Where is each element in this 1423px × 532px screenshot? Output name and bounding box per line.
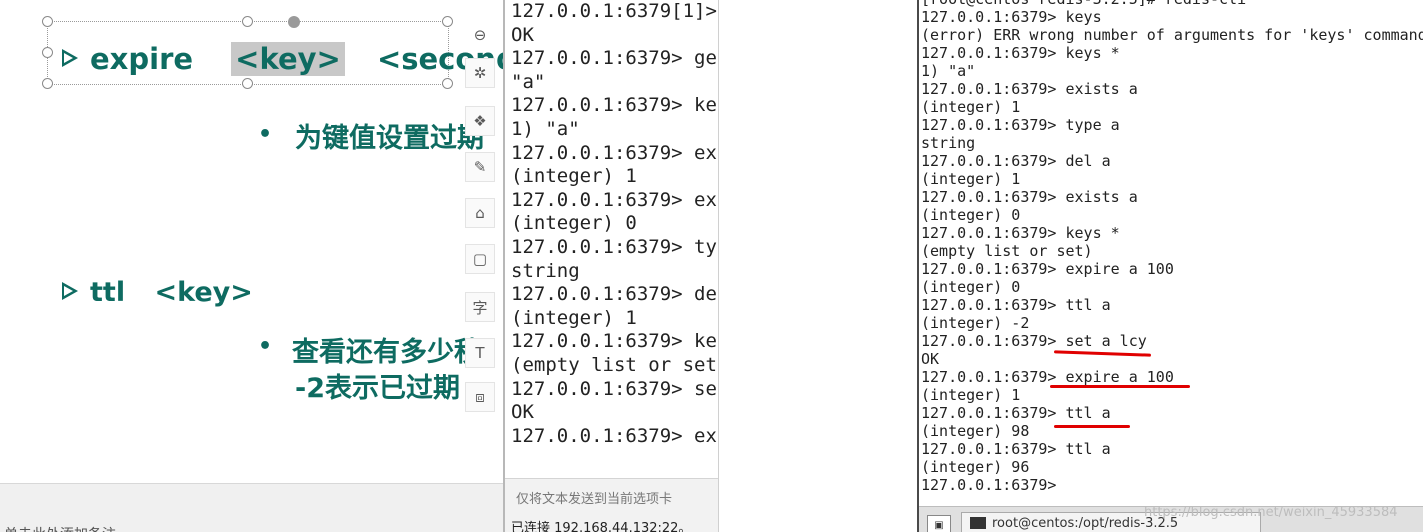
shapes-icon[interactable]: ⧈ [465,382,495,412]
terminal-line: 127.0.0.1:6379> ex [511,141,717,164]
terminal-line: OK [511,23,534,46]
rotate-handle[interactable] [288,16,300,28]
terminal-line: (integer) -2 [921,314,1030,332]
watermark-text: https://blog.csdn.net/weixin_45933584 [1144,505,1398,520]
expire-command-text: expire [90,42,194,76]
slide-side-toolbar: ⊖ ✲ ❖ ✎ ⌂ ▢ 字 T ⧈ [460,20,500,420]
terminal-line: 127.0.0.1:6379> ttl a [921,404,1111,422]
terminal-1-statusbar: 仅将文本发送到当前选项卡 已连接 192.168.44.132:22。 [505,478,720,532]
terminal-line: OK [921,350,940,368]
terminal-line: (empty list or set) [921,242,1093,260]
terminal-line: 1) "a" [921,62,976,80]
terminal-line: 127.0.0.1:6379> ex [511,188,717,211]
terminal-line: [root@centos redis-3.2.5]# redis-cli [921,0,1423,8]
ttl-key-param-text: <key> [154,277,253,308]
terminal-2-output: [root@centos redis-3.2.5]# redis-cli127.… [921,0,1423,494]
terminal-line: 127.0.0.1:6379> keys * [921,44,1120,62]
red-underline [1050,385,1190,388]
terminal-pane-2[interactable]: [root@centos redis-3.2.5]# redis-cli127.… [917,0,1423,532]
terminal-line: (integer) 1 [511,306,637,329]
expire-description: 为键值设置过期 [295,123,484,154]
terminal-line: 127.0.0.1:6379> exists a [921,188,1138,206]
terminal-line: 127.0.0.1:6379> de [511,283,717,306]
terminal-line: 127.0.0.1:6379[1]> [511,0,720,22]
terminal-line: 127.0.0.1:6379> ttl a [921,440,1111,458]
terminal-line: 127.0.0.1:6379> expire a 100 [921,368,1174,386]
terminal-line: 127.0.0.1:6379> ty [511,235,717,258]
terminal-line: 127.0.0.1:6379> expire a 100 [921,260,1174,278]
terminal-line: (integer) 98 [921,422,1030,440]
resize-handle[interactable] [42,78,53,89]
terminal-line: 127.0.0.1:6379> type a [921,116,1120,134]
terminal-line: 127.0.0.1:6379> se [511,377,717,400]
ttl-bullet: ttl <key> [62,277,253,308]
terminal-line: 127.0.0.1:6379> ge [511,47,717,70]
slide-canvas[interactable]: expire <key> <second> • 为键值设置过期 ttl <key… [0,0,503,483]
triangle-bullet-icon [62,49,78,67]
terminal-line: (integer) 0 [921,278,1021,296]
terminal-line: 127.0.0.1:6379> ttl a [921,296,1111,314]
resize-handle[interactable] [242,78,253,89]
slide-pane: expire <key> <second> • 为键值设置过期 ttl <key… [0,0,503,532]
terminal-line: 127.0.0.1:6379> del a [921,152,1111,170]
terminal-line: (integer) 1 [921,386,1021,404]
terminal-line: 127.0.0.1:6379> ex [511,424,717,447]
terminal-line: (integer) 96 [921,458,1030,476]
terminal-line: (integer) 1 [921,98,1021,116]
text-box-icon[interactable]: T [465,338,495,368]
sub-bullet-dot: • [258,334,273,359]
blank-gap [718,0,918,532]
cursor-icon[interactable]: ✲ [465,58,495,88]
resize-handle[interactable] [442,16,453,27]
char-icon[interactable]: 字 [465,292,495,322]
resize-handle[interactable] [442,78,453,89]
triangle-bullet-icon [62,281,78,300]
terminal-1-output: 127.0.0.1:6379[1]> OK 127.0.0.1:6379> ge "… [511,0,720,448]
red-underline [1054,425,1130,428]
terminal-line: string [511,259,580,282]
terminal-line: "a" [511,70,546,93]
resize-handle[interactable] [42,47,53,58]
terminal-line: (integer) 1 [511,165,637,188]
terminal-launcher-icon[interactable]: ▣ [927,515,951,532]
terminal-line: (empty list or set [511,353,717,376]
terminal-line: (error) ERR wrong number of arguments fo… [921,26,1423,44]
fill-icon[interactable]: ⌂ [465,198,495,228]
terminal-line: 127.0.0.1:6379> keys [921,8,1102,26]
terminal-line: 127.0.0.1:6379> exists a [921,80,1138,98]
layers-icon[interactable]: ❖ [465,106,495,136]
frame-icon[interactable]: ▢ [465,244,495,274]
terminal-line: 127.0.0.1:6379> ke [511,94,717,117]
key-param-highlight: <key> [231,42,345,76]
terminal-line: 127.0.0.1:6379> [921,476,1066,494]
terminal-line: (integer) 1 [921,170,1021,188]
ttl-command-text: ttl [90,277,126,308]
terminal-pane-1[interactable]: 127.0.0.1:6379[1]> OK 127.0.0.1:6379> ge "… [503,0,720,532]
terminal-line: string [921,134,976,152]
pen-icon[interactable]: ✎ [465,152,495,182]
send-to-tab-hint[interactable]: 仅将文本发送到当前选项卡 [516,488,672,507]
terminal-line: 1) "a" [511,117,580,140]
terminal-line: 127.0.0.1:6379> keys * [921,224,1120,242]
notes-pane[interactable]: 单击此处添加备注 [0,483,503,532]
ttl-description-line1: 查看还有多少秒 [292,337,481,368]
sub-bullet-dot: • [258,122,273,147]
terminal-line: 127.0.0.1:6379> set a lcy [921,332,1147,350]
resize-handle[interactable] [42,16,53,27]
minus-circle-icon[interactable]: ⊖ [465,20,495,50]
connection-status: 已连接 192.168.44.132:22。 [511,521,692,532]
terminal-line: (integer) 0 [511,212,637,235]
expire-bullet: expire <key> <second> [62,42,503,76]
terminal-line: 127.0.0.1:6379> ke [511,330,717,353]
terminal-line: OK [511,401,534,424]
terminal-line: (integer) 0 [921,206,1021,224]
resize-handle[interactable] [242,16,253,27]
ttl-description-line2: -2表示已过期 [295,373,460,404]
notes-placeholder[interactable]: 单击此处添加备注 [4,524,116,532]
